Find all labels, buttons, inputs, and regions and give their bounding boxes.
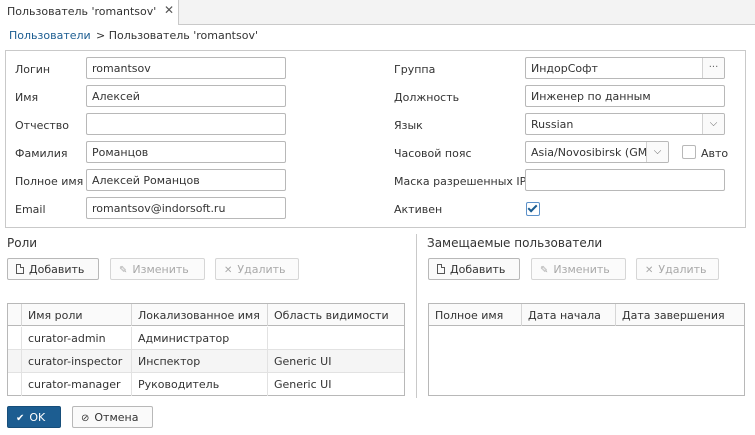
tab-user-editor[interactable]: Пользователь 'romantsov' ✕ [0,0,179,25]
position-field[interactable]: Инженер по данным [525,85,725,107]
ok-button[interactable]: ✔ OK [7,406,61,428]
name-field[interactable]: Алексей [86,85,286,107]
close-icon: ✕ [224,265,233,276]
timezone-select[interactable]: Asia/Novosibirsk (GMT ⌵ [525,141,669,163]
document-icon [16,264,24,274]
row-selector-header [8,304,22,326]
substituted-table: Полное имя Дата начала Дата завершения [428,303,745,396]
auto-timezone-checkbox[interactable] [682,145,696,159]
tab-title: Пользователь 'romantsov' [7,5,157,18]
checkmark-icon [527,202,538,213]
tab-bar: Пользователь 'romantsov' ✕ [0,0,755,25]
pencil-icon: ✎ [540,265,549,276]
roles-title: Роли [7,236,38,250]
document-icon [437,264,445,274]
section-divider [416,234,417,398]
language-value: Russian [531,118,574,131]
fullname-field[interactable]: Алексей Романцов [86,169,286,191]
login-field[interactable]: romantsov [86,57,286,79]
language-label: Язык [394,119,423,132]
table-row[interactable]: curator-inspector Инспектор Generic UI [8,350,404,373]
substituted-title: Замещаемые пользователи [427,236,603,250]
more-icon[interactable]: ··· [702,58,724,78]
table-row[interactable]: curator-manager Руководитель Generic UI [8,373,404,396]
cancel-circle-icon: ⊘ [81,413,90,424]
ipmask-field[interactable] [525,169,725,191]
middlename-field[interactable] [86,113,286,135]
name-label: Имя [15,91,39,104]
group-picker[interactable]: ИндорСофт ··· [525,57,725,79]
breadcrumb-current: > Пользователь 'romantsov' [96,29,258,42]
chevron-down-icon[interactable]: ⌵ [702,114,724,134]
table-cell: Generic UI [274,355,332,368]
fullname-label: Полное имя [15,175,84,188]
timezone-label: Часовой пояс [394,147,472,160]
chevron-down-icon[interactable]: ⌵ [646,142,668,162]
column-header[interactable]: Имя роли [22,304,132,326]
ipmask-label: Маска разрешенных IP [394,175,527,188]
column-header[interactable]: Полное имя [429,304,522,326]
language-select[interactable]: Russian ⌵ [525,113,725,135]
pencil-icon: ✎ [119,265,128,276]
email-field[interactable]: romantsov@indorsoft.ru [86,197,286,219]
close-icon[interactable]: ✕ [164,3,174,17]
table-cell: Администратор [132,327,268,350]
substituted-table-header: Полное имя Дата начала Дата завершения [429,304,744,326]
position-label: Должность [394,91,460,104]
active-label: Активен [394,203,443,216]
column-header[interactable]: Область видимости [268,304,404,326]
table-cell: Руководитель [132,373,268,396]
group-label: Группа [394,63,436,76]
email-label: Email [15,203,46,216]
roles-remove-button[interactable]: ✕ Удалить [215,258,299,280]
active-checkbox[interactable] [526,202,540,216]
substituted-edit-button[interactable]: ✎ Изменить [531,258,626,280]
substituted-add-button[interactable]: Добавить [428,258,520,280]
column-header[interactable]: Локализованное имя [132,304,268,326]
table-cell: Инспектор [132,350,268,373]
roles-table-header: Имя роли Локализованное имя Область види… [8,304,404,326]
lastname-label: Фамилия [15,147,68,160]
login-label: Логин [15,63,51,76]
table-cell: Generic UI [274,378,332,391]
roles-edit-button[interactable]: ✎ Изменить [110,258,205,280]
lastname-field[interactable]: Романцов [86,141,286,163]
table-row[interactable]: curator-admin Администратор [8,327,404,350]
table-cell: curator-admin [22,327,132,350]
roles-add-button[interactable]: Добавить [7,258,99,280]
cancel-button[interactable]: ⊘ Отмена [72,406,153,428]
checkmark-icon: ✔ [16,413,25,424]
middlename-label: Отчество [15,119,70,132]
table-cell: curator-manager [22,373,132,396]
timezone-value: Asia/Novosibirsk (GMT [531,146,654,159]
column-header[interactable]: Дата начала [522,304,616,326]
table-cell [268,327,404,350]
breadcrumb-users-link[interactable]: Пользователи [9,29,91,42]
substituted-remove-button[interactable]: ✕ Удалить [636,258,719,280]
close-icon: ✕ [645,265,654,276]
roles-table: Имя роли Локализованное имя Область види… [7,303,405,396]
column-header[interactable]: Дата завершения [616,304,744,326]
table-cell: curator-inspector [22,350,132,373]
auto-timezone-label: Авто [701,147,729,160]
group-value: ИндорСофт [531,62,598,75]
